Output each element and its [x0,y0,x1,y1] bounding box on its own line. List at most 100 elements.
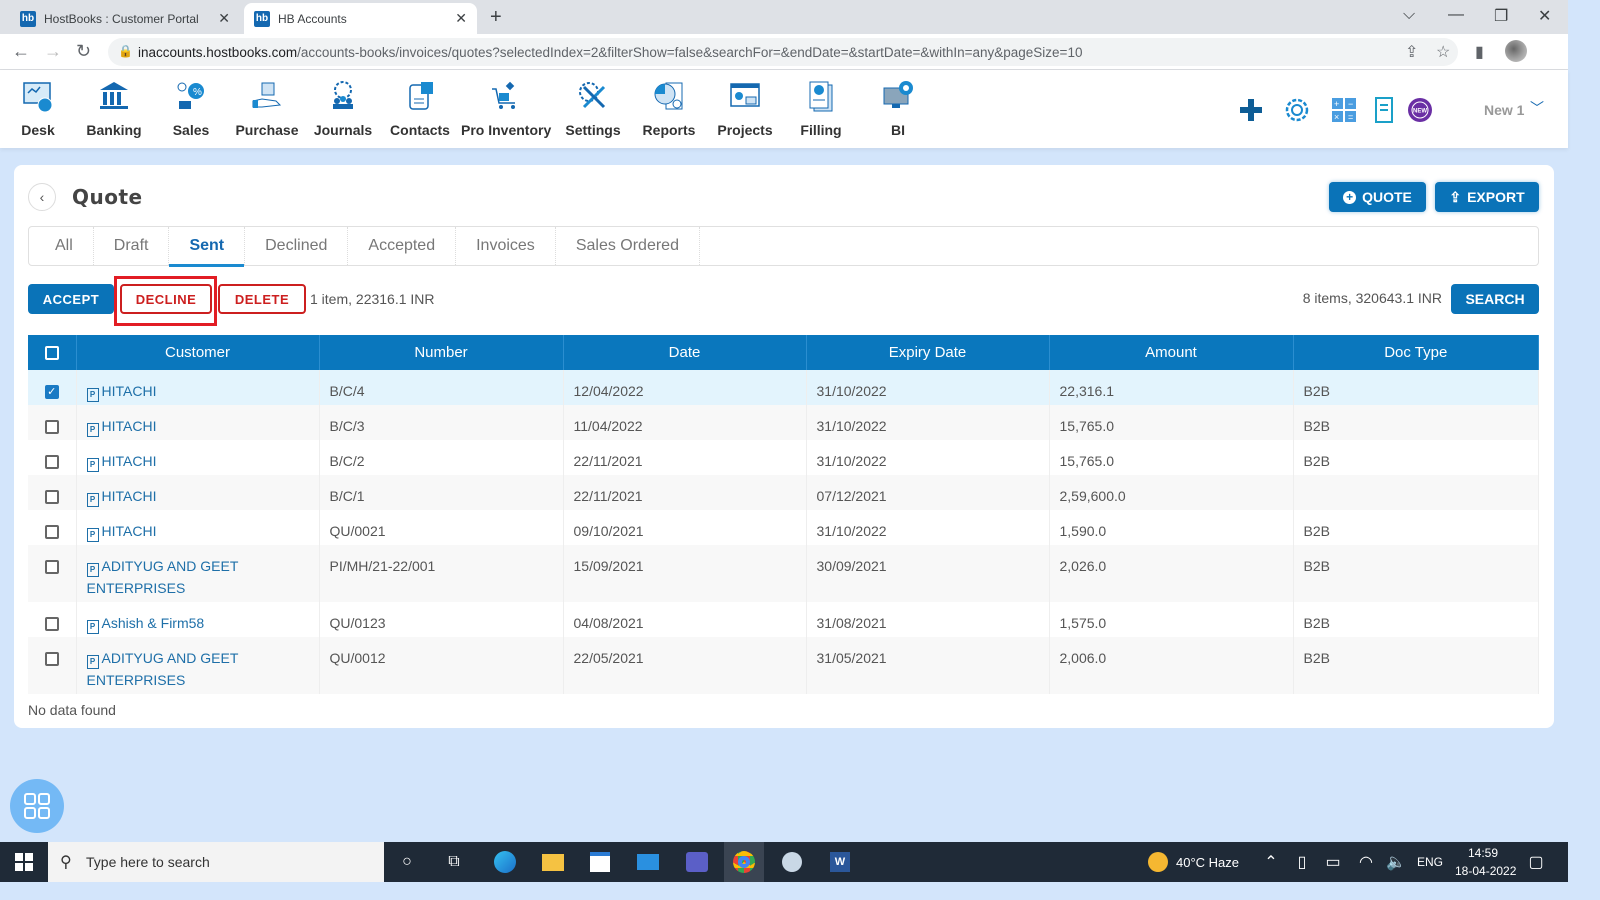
close-window-button[interactable]: ✕ [1538,6,1551,26]
customer-cell[interactable]: P Ashish & Firm58 [76,602,320,637]
url-input[interactable]: 🔒 inaccounts.hostbooks.com/accounts-book… [108,38,1458,66]
header-amount[interactable]: Amount [1049,335,1294,370]
notifications-icon[interactable]: ▢ [1523,850,1549,874]
table-row[interactable]: P ADITYUG AND GEET ENTERPRISES PI/MH/21-22… [28,545,1539,602]
taskbar-search-input[interactable]: ⚲ Type here to search [48,842,384,882]
pdf-document-icon[interactable]: P [86,563,99,577]
customer-link[interactable]: HITACHI [102,383,157,399]
pdf-document-icon[interactable]: P [86,655,99,669]
bookmark-star-icon[interactable]: ☆ [1436,42,1450,62]
new-badge-icon[interactable]: NEW [1406,96,1434,124]
weather-icon[interactable] [1145,850,1171,874]
customer-cell[interactable]: P HITACHI [76,370,320,405]
customer-cell[interactable]: P ADITYUG AND GEET ENTERPRISES [76,637,320,694]
customer-cell[interactable]: P HITACHI [76,510,320,545]
close-tab-icon[interactable]: ✕ [218,10,230,27]
row-checkbox[interactable] [44,420,59,435]
teams-icon[interactable] [684,850,710,874]
wifi-icon[interactable]: ◠ [1353,850,1379,874]
chrome-icon[interactable] [724,842,764,882]
customer-link[interactable]: HITACHI [102,453,157,469]
table-row[interactable]: P HITACHI B/C/2 22/11/2021 31/10/2022 15,765.… [28,440,1539,475]
nav-bi[interactable]: BI [853,76,943,138]
row-checkbox[interactable] [44,560,59,575]
tab-accepted[interactable]: Accepted [348,227,457,265]
row-checkbox[interactable]: ✓ [44,385,59,400]
nav-pro-inventory[interactable]: Pro Inventory [461,76,551,138]
word-icon[interactable]: W [827,850,853,874]
tab-declined[interactable]: Declined [245,227,349,265]
add-icon[interactable] [1237,96,1265,124]
tab-search-chevron-icon[interactable]: ⌵ [1403,6,1415,24]
header-expiry-date[interactable]: Expiry Date [806,335,1050,370]
table-row[interactable]: P ADITYUG AND GEET ENTERPRISES QU/0012 22/0… [28,637,1539,694]
new-tab-button[interactable]: + [490,6,502,29]
customer-cell[interactable]: P HITACHI [76,440,320,475]
customer-link[interactable]: ADITYUG AND GEET ENTERPRISES [87,650,239,688]
table-row[interactable]: P HITACHI QU/0021 09/10/2021 31/10/2022 1,590… [28,510,1539,545]
show-hidden-icons-chevron-icon[interactable]: ⌃ [1258,850,1284,874]
windows-start-icon[interactable] [11,850,37,874]
apps-grid-button[interactable] [10,779,64,833]
delete-button[interactable]: DELETE [218,284,306,314]
pdf-document-icon[interactable]: P [86,620,99,634]
header-date[interactable]: Date [563,335,807,370]
edge-icon[interactable] [492,850,518,874]
row-checkbox[interactable] [44,490,59,505]
profile-avatar[interactable] [1505,40,1527,62]
customer-link[interactable]: HITACHI [102,418,157,434]
select-all-checkbox[interactable] [44,346,59,361]
gear-icon[interactable] [1283,96,1311,124]
clock-time[interactable]: 14:59 [1468,846,1498,860]
row-checkbox[interactable] [44,652,59,667]
row-checkbox[interactable] [44,455,59,470]
browser-tab-customer-portal[interactable]: hb HostBooks : Customer Portal ✕ [10,3,240,34]
calculator-icon[interactable]: + − × = [1330,96,1358,124]
row-checkbox[interactable] [44,525,59,540]
customer-cell[interactable]: P ADITYUG AND GEET ENTERPRISES [76,545,320,602]
cortana-icon[interactable]: ○ [394,850,420,874]
tab-draft[interactable]: Draft [94,227,170,265]
volume-icon[interactable]: 🔈 [1383,850,1409,874]
clock-date[interactable]: 18-04-2022 [1455,864,1516,878]
forward-arrow-icon[interactable]: → [44,41,62,62]
minimize-button[interactable]: — [1448,6,1464,24]
restore-button[interactable]: ❐ [1494,6,1508,26]
paint-icon[interactable] [779,850,805,874]
tab-all[interactable]: All [35,227,94,265]
tab-sent[interactable]: Sent [169,227,246,267]
device-icon[interactable]: ▯ [1289,850,1315,874]
add-quote-button[interactable]: + QUOTE [1329,182,1426,212]
table-row[interactable]: P HITACHI B/C/3 11/04/2022 31/10/2022 15,765.… [28,405,1539,440]
table-row[interactable]: P HITACHI B/C/1 22/11/2021 07/12/2021 2,59,60… [28,475,1539,510]
table-row[interactable]: ✓ P HITACHI B/C/4 12/04/2022 31/10/2022 22,316… [28,370,1539,405]
tab-sales-ordered[interactable]: Sales Ordered [556,227,700,265]
language-indicator[interactable]: ENG [1417,855,1443,869]
battery-icon[interactable]: ▭ [1320,850,1346,874]
search-button[interactable]: SEARCH [1451,284,1539,314]
customer-link[interactable]: HITACHI [102,488,157,504]
weather-text[interactable]: 40°C Haze [1176,855,1239,870]
chevron-down-icon[interactable]: ﹀ [1530,98,1544,118]
customer-cell[interactable]: P HITACHI [76,405,320,440]
close-tab-icon[interactable]: ✕ [455,10,467,27]
pdf-document-icon[interactable]: P [86,423,99,437]
export-button[interactable]: ⇪ EXPORT [1435,182,1539,212]
file-explorer-icon[interactable] [540,850,566,874]
pdf-document-icon[interactable]: P [86,528,99,542]
new-dropdown-label[interactable]: New 1 [1484,102,1524,118]
mail-icon[interactable] [635,850,661,874]
browser-tab-hb-accounts[interactable]: hb HB Accounts ✕ [244,3,477,34]
pdf-document-icon[interactable]: P [86,458,99,472]
document-icon[interactable] [1371,96,1399,124]
pdf-document-icon[interactable]: P [86,388,99,402]
pdf-document-icon[interactable]: P [86,493,99,507]
reload-icon[interactable]: ↻ [76,41,91,62]
customer-link[interactable]: HITACHI [102,523,157,539]
task-view-icon[interactable]: ⧉ [441,850,467,874]
customer-link[interactable]: Ashish & Firm58 [102,615,205,631]
header-doc-type[interactable]: Doc Type [1293,335,1539,370]
tab-invoices[interactable]: Invoices [456,227,556,265]
side-panel-icon[interactable]: ▮ [1475,42,1484,62]
customer-link[interactable]: ADITYUG AND GEET ENTERPRISES [87,558,239,596]
